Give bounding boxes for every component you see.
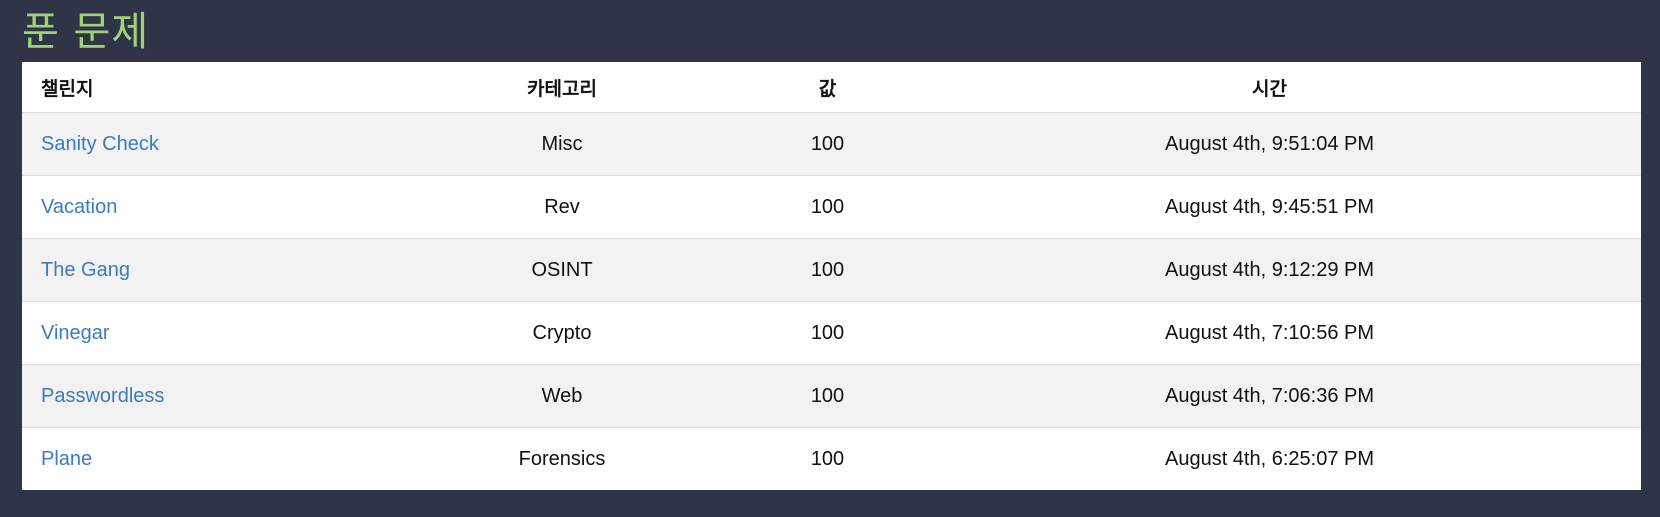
category-cell: OSINT xyxy=(367,238,757,302)
category-cell: Rev xyxy=(367,175,757,239)
value-cell: 100 xyxy=(757,301,898,365)
time-cell: August 4th, 6:25:07 PM xyxy=(898,427,1641,490)
time-cell: August 4th, 9:45:51 PM xyxy=(898,175,1641,239)
table-header-row: 챌린지 카테고리 값 시간 xyxy=(22,62,1641,113)
challenge-cell: Passwordless xyxy=(22,364,367,428)
category-cell: Crypto xyxy=(367,301,757,365)
challenge-cell: Sanity Check xyxy=(22,112,367,176)
value-cell: 100 xyxy=(757,427,898,490)
challenge-link[interactable]: The Gang xyxy=(41,259,130,281)
time-cell: August 4th, 7:06:36 PM xyxy=(898,364,1641,428)
table-row: Plane Forensics 100 August 4th, 6:25:07 … xyxy=(22,427,1641,490)
time-cell: August 4th, 9:51:04 PM xyxy=(898,112,1641,176)
challenge-link[interactable]: Vacation xyxy=(41,196,117,218)
header-value: 값 xyxy=(757,62,898,113)
challenge-link[interactable]: Vinegar xyxy=(41,322,110,344)
page-title: 푼 문제 xyxy=(22,9,150,55)
challenge-link[interactable]: Passwordless xyxy=(41,385,164,407)
value-cell: 100 xyxy=(757,238,898,302)
challenge-cell: Vacation xyxy=(22,175,367,239)
value-cell: 100 xyxy=(757,175,898,239)
challenge-link[interactable]: Sanity Check xyxy=(41,133,159,155)
time-cell: August 4th, 7:10:56 PM xyxy=(898,301,1641,365)
solved-challenges-table-container: 챌린지 카테고리 값 시간 Sanity Check Misc 100 Augu… xyxy=(22,62,1641,490)
table-row: Sanity Check Misc 100 August 4th, 9:51:0… xyxy=(22,112,1641,176)
table-body: Sanity Check Misc 100 August 4th, 9:51:0… xyxy=(22,112,1641,490)
table-row: The Gang OSINT 100 August 4th, 9:12:29 P… xyxy=(22,238,1641,302)
table-header: 챌린지 카테고리 값 시간 xyxy=(22,62,1641,113)
header-time: 시간 xyxy=(898,62,1641,113)
category-cell: Misc xyxy=(367,112,757,176)
table-row: Vacation Rev 100 August 4th, 9:45:51 PM xyxy=(22,175,1641,239)
challenge-cell: Plane xyxy=(22,427,367,490)
challenge-cell: Vinegar xyxy=(22,301,367,365)
table-row: Passwordless Web 100 August 4th, 7:06:36… xyxy=(22,364,1641,428)
table-row: Vinegar Crypto 100 August 4th, 7:10:56 P… xyxy=(22,301,1641,365)
header-category: 카테고리 xyxy=(367,62,757,113)
challenge-link[interactable]: Plane xyxy=(41,448,92,470)
category-cell: Forensics xyxy=(367,427,757,490)
solved-challenges-table: 챌린지 카테고리 값 시간 Sanity Check Misc 100 Augu… xyxy=(22,62,1641,490)
time-cell: August 4th, 9:12:29 PM xyxy=(898,238,1641,302)
challenge-cell: The Gang xyxy=(22,238,367,302)
category-cell: Web xyxy=(367,364,757,428)
header-challenge: 챌린지 xyxy=(22,62,367,113)
value-cell: 100 xyxy=(757,112,898,176)
value-cell: 100 xyxy=(757,364,898,428)
